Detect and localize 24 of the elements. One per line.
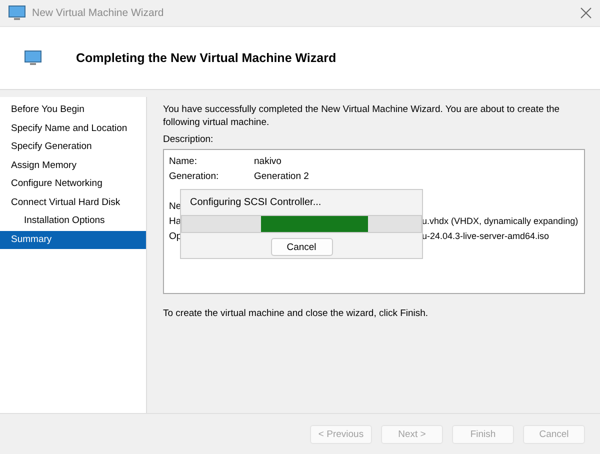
nav-item[interactable]: Configure Networking — [0, 175, 146, 194]
page-heading: Completing the New Virtual Machine Wizard — [76, 51, 336, 65]
field-label: Generation: — [169, 170, 220, 184]
field-value: u-24.04.3-live-server-amd64.iso — [422, 230, 550, 243]
field-value: u.vhdx (VHDX, dynamically expanding) — [422, 215, 578, 228]
field-label: Name: — [169, 155, 198, 169]
nav-item[interactable]: Specify Name and Location — [0, 120, 146, 138]
progress-message: Configuring SCSI Controller... — [189, 196, 322, 208]
nav-item[interactable]: Specify Generation — [0, 138, 146, 156]
computer-icon — [8, 5, 26, 21]
window-title: New Virtual Machine Wizard — [32, 7, 165, 19]
finish-note: To create the virtual machine and close the wizard, click Finish. — [163, 308, 430, 319]
field-value: nakivo — [254, 155, 282, 169]
cancel-button[interactable]: Cancel — [270, 238, 332, 256]
description-label: Description: — [163, 134, 214, 145]
close-icon[interactable] — [580, 7, 592, 19]
nav-item[interactable]: Installation Options — [0, 212, 146, 230]
intro-text: You have successfully completed the New Virtual Machine Wizard. You are about to create the following virtual machine. — [163, 103, 561, 129]
field-value: Generation 2 — [254, 170, 309, 184]
nav-item[interactable]: Summary — [0, 230, 146, 249]
nav-item[interactable]: Connect Virtual Hard Disk — [0, 194, 146, 212]
computer-icon — [24, 50, 42, 66]
nav-item[interactable]: Before You Begin — [0, 101, 146, 120]
nav-item[interactable]: Assign Memory — [0, 156, 146, 175]
